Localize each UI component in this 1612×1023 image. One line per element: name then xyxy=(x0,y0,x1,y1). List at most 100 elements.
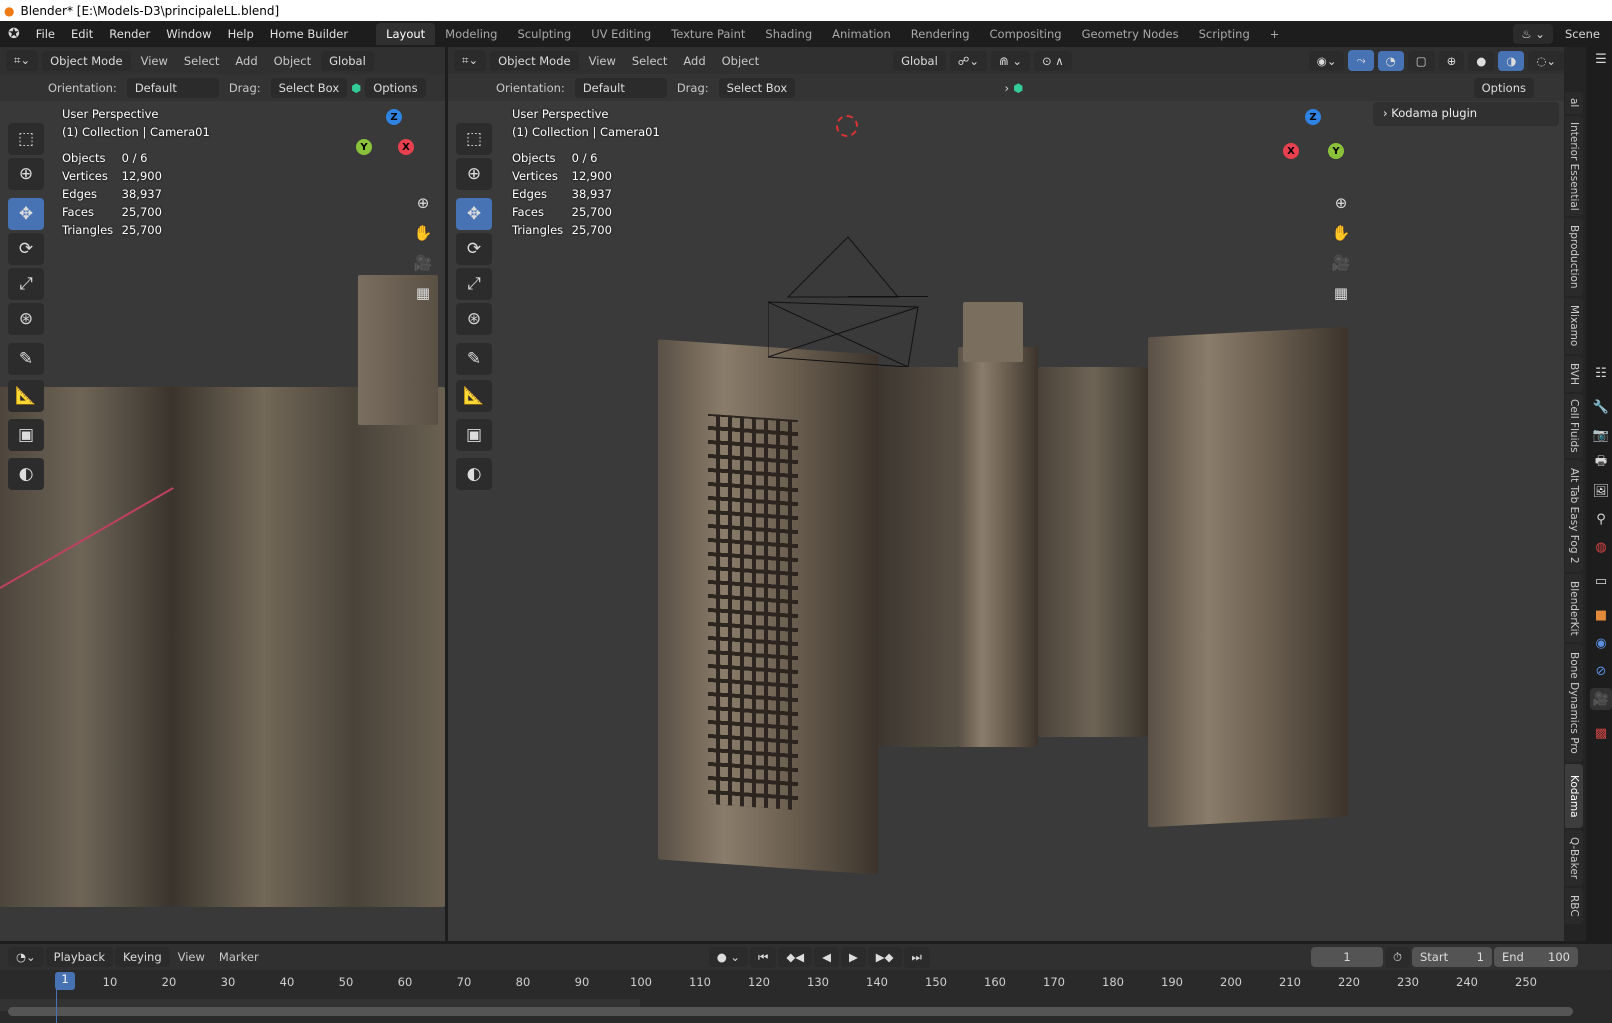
drag-dropdown[interactable]: Select Box xyxy=(270,77,348,98)
select-box-tool[interactable]: ⬚ xyxy=(8,123,44,155)
select-menu[interactable]: Select xyxy=(626,54,673,68)
next-keyframe-icon[interactable]: ▶◆ xyxy=(867,947,902,967)
ntab-bvh[interactable]: BVH xyxy=(1565,356,1583,392)
annotate-tool[interactable]: ✎ xyxy=(456,343,492,375)
tab-rendering[interactable]: Rendering xyxy=(901,23,980,45)
camera-object[interactable] xyxy=(768,227,948,367)
editor-type-icon[interactable]: ◔⌄ xyxy=(8,947,44,967)
add-menu[interactable]: Add xyxy=(229,54,263,68)
perspective-grid-icon[interactable]: ▦ xyxy=(410,280,436,306)
playback-menu[interactable]: Playback xyxy=(45,947,113,967)
rotate-tool[interactable]: ⟳ xyxy=(8,233,44,265)
menu-edit[interactable]: Edit xyxy=(63,27,101,41)
axis-x[interactable]: X xyxy=(1283,143,1299,159)
tab-animation[interactable]: Animation xyxy=(822,23,901,45)
auto-keying-icon[interactable]: ● ⌄ xyxy=(708,947,749,967)
ntab-al[interactable]: al xyxy=(1565,92,1583,114)
tab-layout[interactable]: Layout xyxy=(376,23,436,45)
scale-tool[interactable]: ⤢ xyxy=(456,268,492,300)
rendered-shading-icon[interactable]: ◌⌄ xyxy=(1528,50,1564,71)
scene-name[interactable]: Scene xyxy=(1553,27,1612,41)
camera-icon[interactable]: 🎥 xyxy=(1328,250,1354,276)
menu-file[interactable]: File xyxy=(28,27,63,41)
move-tool[interactable]: ✥ xyxy=(456,198,492,230)
axis-z[interactable]: Z xyxy=(1305,109,1321,125)
object-properties-icon[interactable]: ■ xyxy=(1590,604,1612,626)
constraints-icon[interactable]: ⊘ xyxy=(1590,660,1612,682)
transform-tool[interactable]: ⊛ xyxy=(8,303,44,335)
menu-help[interactable]: Help xyxy=(220,27,262,41)
object-menu[interactable]: Object xyxy=(268,54,317,68)
ntab-alt-tab-easy-fog[interactable]: Alt Tab Easy Fog 2 xyxy=(1565,460,1583,572)
scale-tool[interactable]: ⤢ xyxy=(8,268,44,300)
measure-tool[interactable]: 📐 xyxy=(456,380,492,412)
kodama-panel-header[interactable]: › Kodama plugin xyxy=(1373,102,1559,126)
jump-start-icon[interactable]: ⏮ xyxy=(750,946,777,968)
transform-tool[interactable]: ⊛ xyxy=(456,303,492,335)
output-properties-icon[interactable]: 🖶 xyxy=(1590,452,1612,474)
snap-icon[interactable]: ⋒ ⌄ xyxy=(991,50,1031,71)
add-cube-tool[interactable]: ▣ xyxy=(456,419,492,451)
perspective-grid-icon[interactable]: ▦ xyxy=(1328,280,1354,306)
stopwatch-icon[interactable]: ⏱ xyxy=(1385,946,1410,968)
wireframe-shading-icon[interactable]: ⊕ xyxy=(1438,50,1465,71)
overlay-toggle-icon[interactable]: ◔ xyxy=(1377,50,1404,71)
measure-tool[interactable]: 📐 xyxy=(8,380,44,412)
axis-x[interactable]: X xyxy=(398,139,414,155)
blender-menu-icon[interactable]: ✪ xyxy=(0,26,28,42)
object-data-camera-icon[interactable]: 🎥 xyxy=(1590,688,1612,710)
editor-type-icon[interactable]: ⌗⌄ xyxy=(454,50,487,71)
ntab-bproduction[interactable]: Bproduction xyxy=(1565,218,1583,296)
ntab-mixamo[interactable]: Mixamo xyxy=(1565,298,1583,354)
editor-type-icon[interactable]: ⌗⌄ xyxy=(6,50,39,71)
zoom-icon[interactable]: ⊕ xyxy=(410,190,436,216)
proportional-edit-icon[interactable]: ⊙ ∧ xyxy=(1034,50,1072,71)
ntab-bone-dynamics-pro[interactable]: Bone Dynamics Pro xyxy=(1565,644,1583,762)
prev-keyframe-icon[interactable]: ◆◀ xyxy=(778,947,813,967)
options-button[interactable]: Options xyxy=(365,77,426,98)
mode-selector[interactable]: Object Mode xyxy=(42,50,131,71)
tab-uv-editing[interactable]: UV Editing xyxy=(581,23,661,45)
axis-y[interactable]: Y xyxy=(356,139,372,155)
orientation-dropdown[interactable]: Default xyxy=(126,77,219,98)
rotate-tool[interactable]: ⟳ xyxy=(456,233,492,265)
tab-modeling[interactable]: Modeling xyxy=(435,23,507,45)
start-frame-field[interactable]: Start 1 xyxy=(1412,947,1492,967)
world-properties-icon[interactable]: ◍ xyxy=(1590,536,1612,558)
select-menu[interactable]: Select xyxy=(178,54,225,68)
cursor-tool[interactable]: ⊕ xyxy=(8,158,44,190)
play-icon[interactable]: ▶ xyxy=(840,947,866,967)
mode-selector[interactable]: Object Mode xyxy=(490,50,579,71)
tool-properties-icon[interactable]: 🔧 xyxy=(1590,396,1612,418)
zoom-icon[interactable]: ⊕ xyxy=(1328,190,1354,216)
view-menu[interactable]: View xyxy=(172,950,211,964)
ntab-q-baker[interactable]: Q-Baker xyxy=(1565,830,1583,886)
options-button[interactable]: Options xyxy=(1473,77,1534,98)
tab-shading[interactable]: Shading xyxy=(755,23,822,45)
ntab-interior-essential[interactable]: Interior Essential xyxy=(1565,116,1583,216)
ntab-rbc[interactable]: RBC xyxy=(1565,888,1583,924)
jump-end-icon[interactable]: ⏭ xyxy=(903,946,930,968)
tab-texture-paint[interactable]: Texture Paint xyxy=(661,23,755,45)
object-menu[interactable]: Object xyxy=(716,54,765,68)
properties-editor-icon[interactable]: ☷ xyxy=(1590,362,1612,384)
playhead[interactable]: 1 xyxy=(55,972,75,990)
ntab-cell-fluids[interactable]: Cell Fluids xyxy=(1565,394,1583,458)
keying-menu[interactable]: Keying xyxy=(114,947,170,967)
ntab-blenderkit[interactable]: BlenderKit xyxy=(1565,574,1583,642)
gizmo-toggle-icon[interactable]: ⤳ xyxy=(1348,50,1374,71)
timeline[interactable]: ◔⌄ Playback Keying View Marker ● ⌄ ⏮ ◆◀ … xyxy=(0,944,1612,1023)
collection-properties-icon[interactable]: ▭ xyxy=(1590,570,1612,592)
view-layer-icon[interactable]: 🖼 xyxy=(1590,480,1612,502)
marker-menu[interactable]: Marker xyxy=(213,950,265,964)
camera-icon[interactable]: 🎥 xyxy=(410,250,436,276)
orientation-dropdown[interactable]: Default xyxy=(574,77,667,98)
tab-compositing[interactable]: Compositing xyxy=(980,23,1072,45)
pan-hand-icon[interactable]: ✋ xyxy=(410,220,436,246)
transform-orientation-selector[interactable]: Global xyxy=(893,50,946,71)
scene-selector-icon[interactable]: ♨ ⌄ xyxy=(1513,24,1553,44)
outliner-icon[interactable]: ☰ xyxy=(1590,48,1612,70)
current-frame-field[interactable]: 1 xyxy=(1311,947,1384,967)
add-menu[interactable]: Add xyxy=(677,54,711,68)
timeline-scrollbar[interactable] xyxy=(8,1007,1573,1016)
